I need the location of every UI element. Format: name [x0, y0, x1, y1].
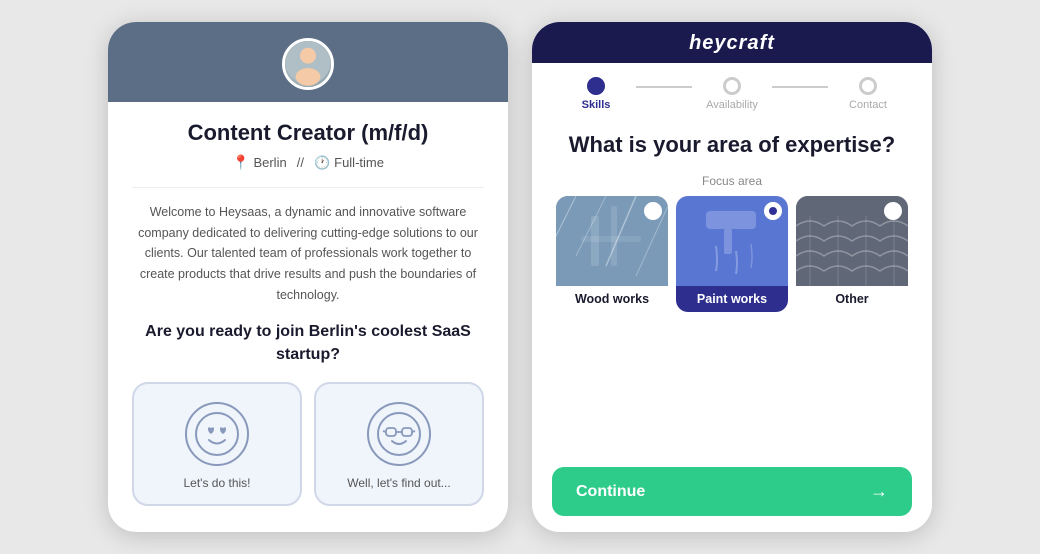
paint-image — [676, 196, 788, 286]
divider — [132, 187, 484, 188]
skill-other[interactable]: Other — [796, 196, 908, 312]
skill-paint[interactable]: Paint works — [676, 196, 788, 312]
expertise-question: What is your area of expertise? — [552, 131, 912, 160]
job-meta: 📍 Berlin // 🕐 Full-time — [132, 154, 484, 171]
option-row: Let's do this! — [132, 382, 484, 506]
other-radio — [884, 202, 902, 220]
glasses-icon — [367, 402, 431, 466]
location-icon: 📍 — [232, 154, 249, 171]
step-dot-skills — [587, 77, 605, 95]
left-header — [108, 22, 508, 102]
focus-area-label: Focus area — [552, 174, 912, 188]
step-line-1 — [636, 86, 692, 88]
step-contact[interactable]: Contact — [828, 77, 908, 111]
paint-radio — [764, 202, 782, 220]
wood-image — [556, 196, 668, 286]
option-maybe-label: Well, let's find out... — [347, 476, 450, 490]
job-description: Welcome to Heysaas, a dynamic and innova… — [132, 202, 484, 305]
step-line-2 — [772, 86, 828, 88]
continue-label: Continue — [576, 483, 645, 501]
clock-icon: 🕐 — [314, 155, 330, 171]
step-dot-availability — [723, 77, 741, 95]
right-phone: heycraft Skills Availability Contact Wha… — [532, 22, 932, 532]
arrow-icon: → — [870, 481, 888, 502]
option-yes[interactable]: Let's do this! — [132, 382, 302, 506]
right-header: heycraft — [532, 22, 932, 63]
step-label-availability: Availability — [706, 99, 758, 111]
left-body: Content Creator (m/f/d) 📍 Berlin // 🕐 Fu… — [108, 102, 508, 532]
wood-radio — [644, 202, 662, 220]
stepper: Skills Availability Contact — [532, 63, 932, 121]
wood-label: Wood works — [556, 286, 668, 312]
step-availability[interactable]: Availability — [692, 77, 772, 111]
work-type: 🕐 Full-time — [314, 154, 384, 171]
other-label: Other — [796, 286, 908, 312]
right-body: What is your area of expertise? Focus ar… — [532, 121, 932, 532]
skills-grid: Wood works Pain — [552, 196, 912, 312]
step-skills[interactable]: Skills — [556, 77, 636, 111]
other-image — [796, 196, 908, 286]
paint-label: Paint works — [676, 286, 788, 312]
job-title: Content Creator (m/f/d) — [132, 120, 484, 146]
continue-button[interactable]: Continue → — [552, 467, 912, 516]
location: 📍 Berlin — [232, 154, 287, 171]
cta-text: Are you ready to join Berlin's coolest S… — [132, 321, 484, 366]
brand-logo: heycraft — [548, 32, 916, 63]
heart-eyes-icon — [185, 402, 249, 466]
left-phone: Content Creator (m/f/d) 📍 Berlin // 🕐 Fu… — [108, 22, 508, 532]
avatar — [282, 38, 334, 90]
option-yes-label: Let's do this! — [184, 476, 251, 490]
step-label-contact: Contact — [849, 99, 887, 111]
skill-wood[interactable]: Wood works — [556, 196, 668, 312]
option-maybe[interactable]: Well, let's find out... — [314, 382, 484, 506]
step-label-skills: Skills — [582, 99, 611, 111]
step-dot-contact — [859, 77, 877, 95]
